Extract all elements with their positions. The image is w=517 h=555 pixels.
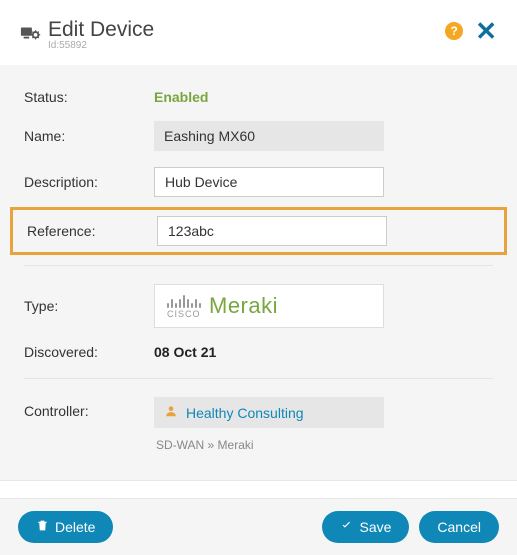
divider [24,378,493,379]
description-label: Description: [24,174,154,190]
status-row: Status: Enabled [0,81,517,113]
controller-icon [164,404,178,421]
divider [24,265,493,266]
save-button-label: Save [359,519,391,535]
status-label: Status: [24,89,154,105]
device-settings-icon [20,22,42,49]
discovered-row: Discovered: 08 Oct 21 [0,336,517,368]
type-row: Type: CISCO Meraki [0,276,517,336]
reference-input[interactable] [157,216,387,246]
dialog-header: Edit Device Id:55892 ? ✕ [0,0,517,65]
type-value: CISCO Meraki [154,284,384,328]
dialog-footer: Delete Save Cancel [0,498,517,555]
discovered-label: Discovered: [24,344,154,360]
controller-link[interactable]: Healthy Consulting [186,405,304,421]
name-row: Name: Eashing MX60 [0,113,517,159]
controller-breadcrumb: SD-WAN » Meraki [154,438,493,452]
cisco-logo-icon: CISCO [167,294,201,319]
cancel-button-label: Cancel [437,519,481,535]
discovered-value: 08 Oct 21 [154,344,216,360]
form-body: Status: Enabled Name: Eashing MX60 Descr… [0,65,517,481]
cancel-button[interactable]: Cancel [419,511,499,543]
trash-icon [36,519,49,535]
status-value: Enabled [154,89,384,105]
controller-row: Controller: Healthy Consulting SD-WAN » … [0,389,517,460]
name-label: Name: [24,128,154,144]
description-row: Description: [0,159,517,205]
cisco-text: CISCO [167,309,201,319]
controller-value-box: Healthy Consulting [154,397,384,428]
description-input[interactable] [154,167,384,197]
reference-row-highlight: Reference: [10,207,507,255]
help-icon[interactable]: ? [445,22,463,40]
name-value: Eashing MX60 [154,121,384,151]
meraki-text: Meraki [209,293,278,319]
delete-button[interactable]: Delete [18,511,113,543]
reference-label: Reference: [27,223,157,239]
controller-label: Controller: [24,397,154,419]
save-button[interactable]: Save [322,511,409,543]
dialog-title: Edit Device [48,18,445,42]
check-icon [340,519,353,535]
close-icon[interactable]: ✕ [475,18,497,44]
type-label: Type: [24,298,154,314]
delete-button-label: Delete [55,519,95,535]
